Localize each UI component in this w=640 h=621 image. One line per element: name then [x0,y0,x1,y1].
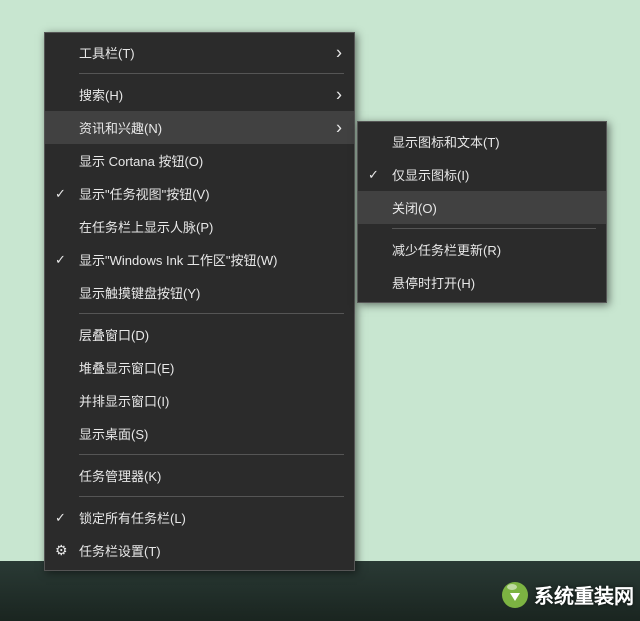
news-interests-submenu: 显示图标和文本(T) ✓ 仅显示图标(I) 关闭(O) 减少任务栏更新(R) 悬… [357,121,607,303]
submenu-close-label: 关闭(O) [392,198,437,217]
menu-toolbars-label: 工具栏(T) [79,43,135,62]
menu-show-ink-label: 显示"Windows Ink 工作区"按钮(W) [79,250,277,269]
menu-taskbar-settings-label: 任务栏设置(T) [79,541,161,560]
menu-lock-all[interactable]: ✓ 锁定所有任务栏(L) [45,501,354,534]
check-icon: ✓ [55,252,66,268]
check-icon: ✓ [55,510,66,526]
menu-show-touch-kb[interactable]: 显示触摸键盘按钮(Y) [45,276,354,309]
separator [79,454,344,455]
menu-search-label: 搜索(H) [79,85,123,104]
menu-lock-all-label: 锁定所有任务栏(L) [79,508,186,527]
separator [79,313,344,314]
menu-show-touch-kb-label: 显示触摸键盘按钮(Y) [79,283,200,302]
menu-show-people[interactable]: 在任务栏上显示人脉(P) [45,210,354,243]
menu-show-desktop[interactable]: 显示桌面(S) [45,417,354,450]
gear-icon: ⚙ [55,542,68,559]
menu-show-taskview-label: 显示"任务视图"按钮(V) [79,184,210,203]
menu-show-people-label: 在任务栏上显示人脉(P) [79,217,213,236]
menu-side-by-side-label: 并排显示窗口(I) [79,391,169,410]
menu-task-manager[interactable]: 任务管理器(K) [45,459,354,492]
menu-show-cortana[interactable]: 显示 Cortana 按钮(O) [45,144,354,177]
submenu-close[interactable]: 关闭(O) [358,191,606,224]
submenu-icon-text[interactable]: 显示图标和文本(T) [358,125,606,158]
submenu-reduce-updates-label: 减少任务栏更新(R) [392,240,501,259]
menu-news-interests-label: 资讯和兴趣(N) [79,118,162,137]
menu-show-desktop-label: 显示桌面(S) [79,424,148,443]
separator [79,496,344,497]
menu-side-by-side[interactable]: 并排显示窗口(I) [45,384,354,417]
menu-stacked-label: 堆叠显示窗口(E) [79,358,174,377]
submenu-open-hover-label: 悬停时打开(H) [392,273,475,292]
menu-taskbar-settings[interactable]: ⚙ 任务栏设置(T) [45,534,354,567]
menu-task-manager-label: 任务管理器(K) [79,466,161,485]
separator [392,228,596,229]
submenu-icon-only[interactable]: ✓ 仅显示图标(I) [358,158,606,191]
menu-search[interactable]: 搜索(H) [45,78,354,111]
menu-show-cortana-label: 显示 Cortana 按钮(O) [79,151,203,170]
taskbar-context-menu: 工具栏(T) 搜索(H) 资讯和兴趣(N) 显示 Cortana 按钮(O) ✓… [44,32,355,571]
submenu-icon-text-label: 显示图标和文本(T) [392,132,500,151]
menu-cascade-label: 层叠窗口(D) [79,325,149,344]
submenu-reduce-updates[interactable]: 减少任务栏更新(R) [358,233,606,266]
submenu-open-hover[interactable]: 悬停时打开(H) [358,266,606,299]
menu-news-interests[interactable]: 资讯和兴趣(N) [45,111,354,144]
menu-cascade[interactable]: 层叠窗口(D) [45,318,354,351]
menu-stacked[interactable]: 堆叠显示窗口(E) [45,351,354,384]
menu-toolbars[interactable]: 工具栏(T) [45,36,354,69]
submenu-icon-only-label: 仅显示图标(I) [392,165,469,184]
check-icon: ✓ [368,167,379,183]
menu-show-ink[interactable]: ✓ 显示"Windows Ink 工作区"按钮(W) [45,243,354,276]
separator [79,73,344,74]
menu-show-taskview[interactable]: ✓ 显示"任务视图"按钮(V) [45,177,354,210]
check-icon: ✓ [55,186,66,202]
